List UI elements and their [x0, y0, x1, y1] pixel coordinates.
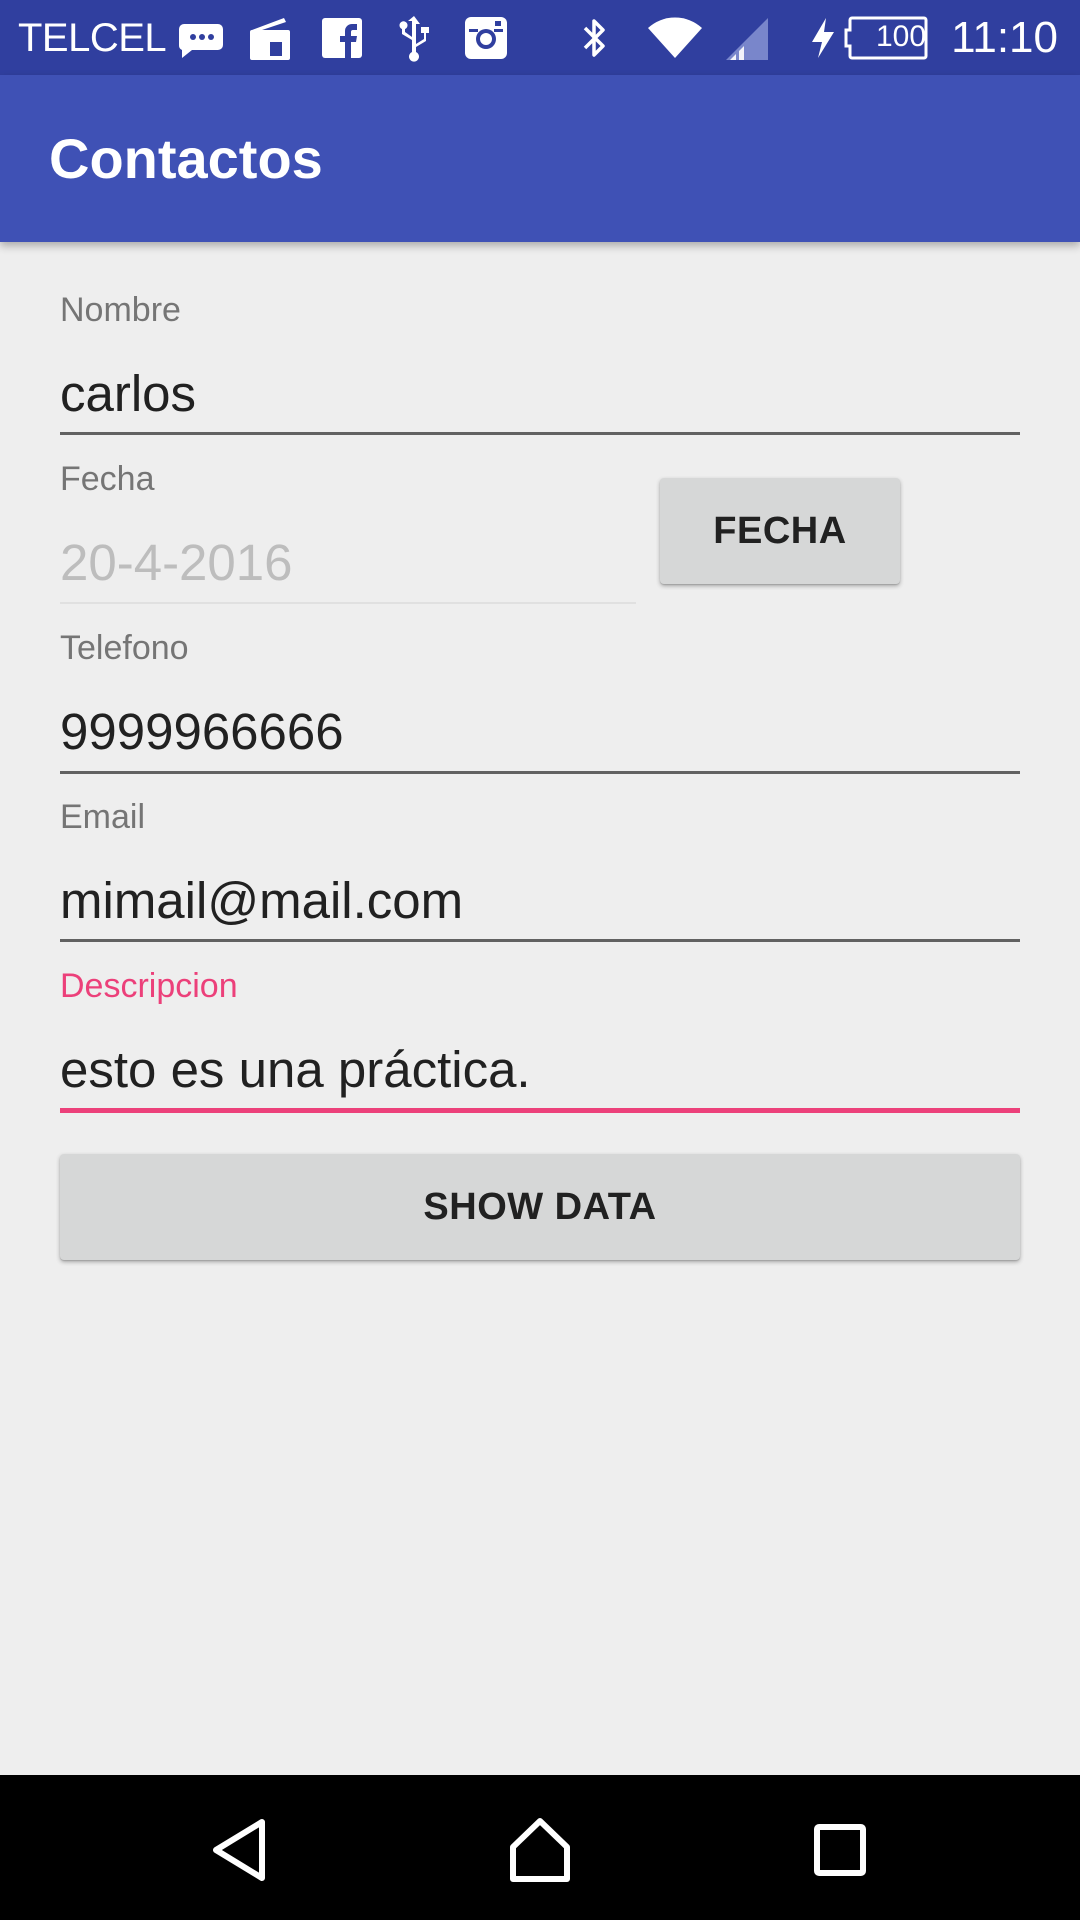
telefono-field[interactable] — [60, 696, 1020, 766]
facebook-icon — [316, 12, 368, 64]
navigation-bar — [0, 1775, 1080, 1920]
descripcion-label: Descripcion — [60, 967, 238, 1005]
fecha-field — [60, 527, 636, 597]
usb-icon — [388, 12, 440, 64]
descripcion-underline — [60, 1108, 1020, 1113]
show-data-button[interactable]: SHOW DATA — [60, 1154, 1020, 1260]
nombre-underline — [60, 432, 1020, 435]
wifi-icon — [646, 12, 704, 64]
messaging-icon — [174, 12, 226, 64]
instagram-icon — [460, 12, 512, 64]
recents-icon[interactable] — [795, 1805, 885, 1895]
radio-icon — [244, 12, 296, 64]
battery-level: 100 — [875, 20, 927, 53]
fecha-label: Fecha — [60, 460, 155, 498]
telefono-label: Telefono — [60, 629, 189, 667]
home-icon[interactable] — [495, 1805, 585, 1895]
cell-signal-icon — [722, 12, 774, 64]
fecha-underline — [60, 602, 636, 604]
bluetooth-icon — [568, 12, 620, 64]
fecha-button[interactable]: FECHA — [660, 478, 900, 584]
telefono-underline — [60, 771, 1020, 774]
back-icon[interactable] — [196, 1805, 286, 1895]
status-bar: TELCEL 100 11:10 — [0, 0, 1080, 75]
email-field[interactable] — [60, 865, 1020, 935]
descripcion-field[interactable] — [60, 1034, 1020, 1104]
nombre-field[interactable] — [60, 358, 1020, 428]
email-underline — [60, 939, 1020, 942]
email-label: Email — [60, 798, 146, 836]
page-title: Contactos — [49, 127, 323, 190]
charging-icon — [806, 12, 840, 64]
carrier-name: TELCEL — [18, 16, 167, 60]
clock: 11:10 — [951, 13, 1058, 62]
app-bar: Contactos — [0, 75, 1080, 242]
nombre-label: Nombre — [60, 291, 181, 329]
